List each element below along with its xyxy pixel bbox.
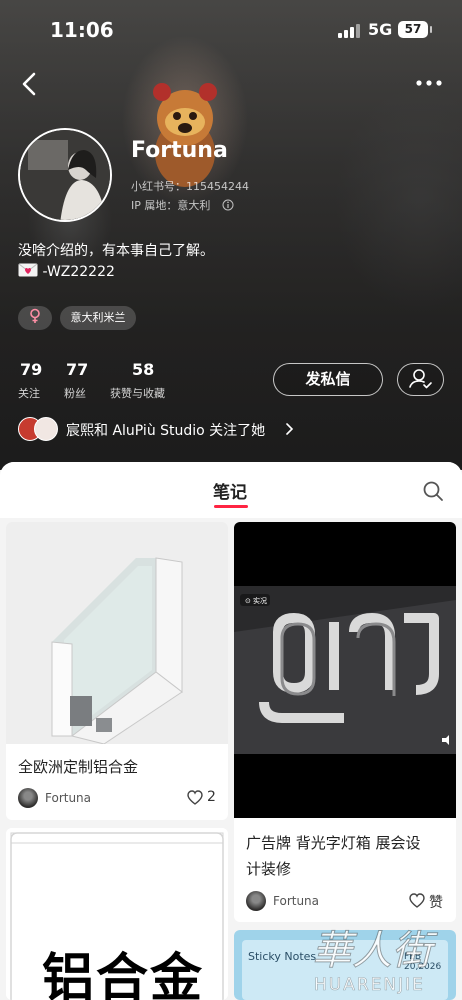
avatar-photo — [20, 130, 110, 220]
teddy-bear-photo — [153, 83, 217, 187]
author-avatar — [18, 788, 38, 808]
followers-label[interactable]: 粉丝 — [64, 385, 86, 401]
profile-avatar[interactable] — [18, 128, 112, 222]
follow-button[interactable] — [397, 363, 444, 396]
author-name: Fortuna — [273, 894, 320, 908]
mutual-followers-row[interactable]: 宸熙和 AluPiù Studio 关注了她 — [18, 416, 318, 442]
status-time: 11:06 — [50, 18, 114, 42]
gender-tag — [18, 306, 52, 330]
bio-line-1: 没啥介绍的，有本事自己了解。 — [18, 243, 214, 259]
ip-location-text: IP 属地：意大利 — [131, 199, 211, 212]
cover-headline: 铝合金 — [42, 949, 205, 1000]
location-tag: 意大利米兰 — [60, 306, 136, 330]
bio-handle: -WZ22222 — [42, 264, 115, 280]
profile-header: 11:06 5G 57 Fortuna 小红书号：115454244 IP 属地… — [0, 0, 462, 470]
heart-icon[interactable] — [187, 790, 203, 805]
chevron-right-icon — [286, 423, 294, 435]
like-label: 赞 — [429, 895, 443, 911]
live-photo-label: 实况 — [253, 596, 267, 605]
note-card[interactable]: 全欧洲定制铝合金 Fortuna 2 — [6, 522, 228, 820]
note-title-line-1: 广告牌 背光字灯箱 展会设 — [246, 834, 421, 852]
heart-icon[interactable] — [409, 893, 425, 908]
send-message-button[interactable]: 发私信 — [273, 363, 383, 396]
signal-icon — [338, 24, 360, 38]
sticky-notes-title: Sticky Notes — [248, 950, 317, 963]
mutual-followers-text: 宸熙和 AluPiù Studio 关注了她 — [66, 423, 266, 439]
mutual-follower-avatar — [34, 417, 58, 441]
ip-location: IP 属地：意大利 — [131, 197, 234, 213]
network-label: 5G — [368, 20, 393, 39]
redbook-id: 小红书号：115454244 — [131, 180, 249, 193]
tab-notes[interactable]: 笔记 — [213, 478, 247, 503]
profile-nickname: Fortuna — [131, 138, 228, 163]
note-cover-sign-letters: ⊙ 实况 — [234, 522, 456, 818]
sticky-notes-date: FEB 20,2026 — [404, 952, 442, 972]
note-card[interactable]: Sticky Notes FEB 20,2026 — [234, 930, 456, 1000]
note-cover-window-profile — [6, 522, 228, 745]
author-name: Fortuna — [45, 791, 92, 805]
note-card[interactable]: ⊙ 实况 广告牌 背光字灯箱 展会设 计装修 Fortuna 赞 — [234, 522, 456, 922]
bio-line-2: -WZ22222 — [18, 263, 115, 280]
following-label[interactable]: 关注 — [18, 385, 40, 401]
note-title: 全欧洲定制铝合金 — [18, 758, 139, 776]
more-icon[interactable] — [414, 72, 444, 94]
love-letter-icon — [18, 263, 38, 277]
tab-bar: 笔记 — [0, 462, 462, 518]
note-title-line-2: 计装修 — [246, 860, 292, 878]
info-icon[interactable] — [222, 199, 234, 211]
likes-collects-label[interactable]: 获赞与收藏 — [110, 385, 165, 401]
note-card[interactable]: 铝合金 — [6, 828, 228, 1000]
tab-active-indicator — [214, 505, 248, 508]
back-icon[interactable] — [16, 70, 44, 98]
battery-icon: 57 — [398, 21, 432, 38]
female-icon — [30, 308, 40, 323]
user-check-icon — [409, 369, 432, 389]
author-avatar — [246, 891, 266, 911]
live-photo-badge: ⊙ — [245, 597, 251, 605]
followers-count[interactable]: 77 — [66, 360, 88, 379]
search-icon[interactable] — [422, 480, 444, 502]
like-count: 2 — [207, 789, 216, 805]
likes-collects-count[interactable]: 58 — [132, 360, 154, 379]
following-count[interactable]: 79 — [20, 360, 42, 379]
